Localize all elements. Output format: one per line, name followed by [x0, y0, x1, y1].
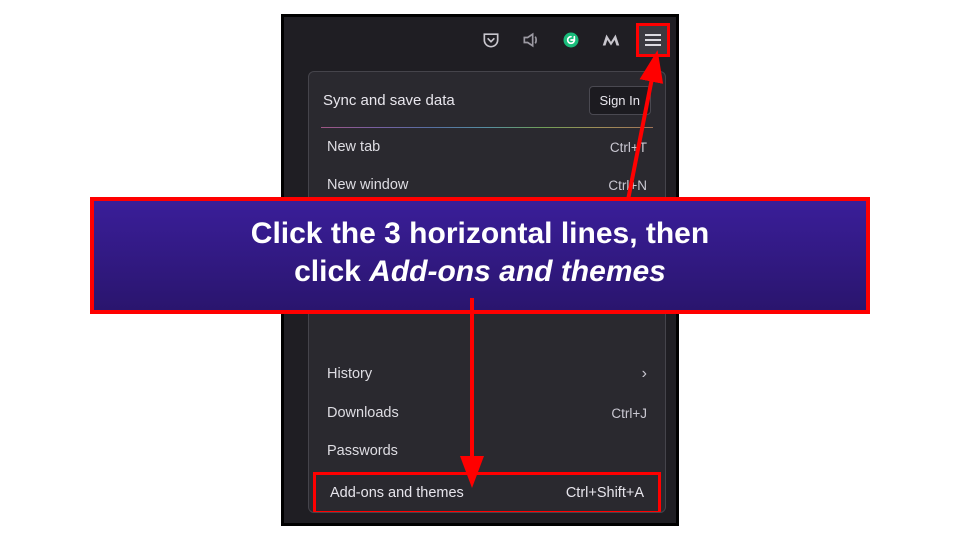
menu-item-label: Downloads [327, 405, 399, 421]
menu-item-label: New window [327, 177, 408, 193]
menu-item-label: Add-ons and themes [330, 485, 464, 501]
menu-item-label: Passwords [327, 443, 398, 459]
callout-line2: click Add-ons and themes [118, 253, 842, 291]
menu-item-passwords[interactable]: Passwords [309, 432, 665, 470]
menu-item-shortcut: Ctrl+T [610, 140, 647, 155]
pocket-icon[interactable] [476, 25, 506, 55]
sync-row: Sync and save data Sign In [309, 72, 665, 127]
menu-item-shortcut: Ctrl+J [611, 406, 647, 421]
menu-item-downloads[interactable]: Downloads Ctrl+J [309, 394, 665, 432]
speaker-icon[interactable] [516, 25, 546, 55]
instruction-callout: Click the 3 horizontal lines, then click… [90, 197, 870, 314]
menu-item-label: History [327, 366, 372, 382]
sync-label: Sync and save data [323, 92, 455, 109]
menu-item-addons-themes[interactable]: Add-ons and themes Ctrl+Shift+A [313, 472, 661, 513]
signin-button[interactable]: Sign In [589, 86, 651, 115]
hamburger-icon [645, 34, 661, 46]
menu-item-label: New tab [327, 139, 380, 155]
divider-rainbow [321, 127, 653, 128]
malwarebytes-icon[interactable] [596, 25, 626, 55]
grammarly-icon[interactable] [556, 25, 586, 55]
menu-item-shortcut: Ctrl+N [608, 178, 647, 193]
hamburger-menu-button[interactable] [636, 23, 670, 57]
chevron-right-icon: › [642, 365, 647, 383]
callout-line1: Click the 3 horizontal lines, then [118, 215, 842, 253]
toolbar [476, 23, 670, 57]
menu-item-history[interactable]: History › [309, 354, 665, 394]
menu-item-shortcut: Ctrl+Shift+A [566, 485, 644, 501]
menu-item-new-tab[interactable]: New tab Ctrl+T [309, 128, 665, 166]
